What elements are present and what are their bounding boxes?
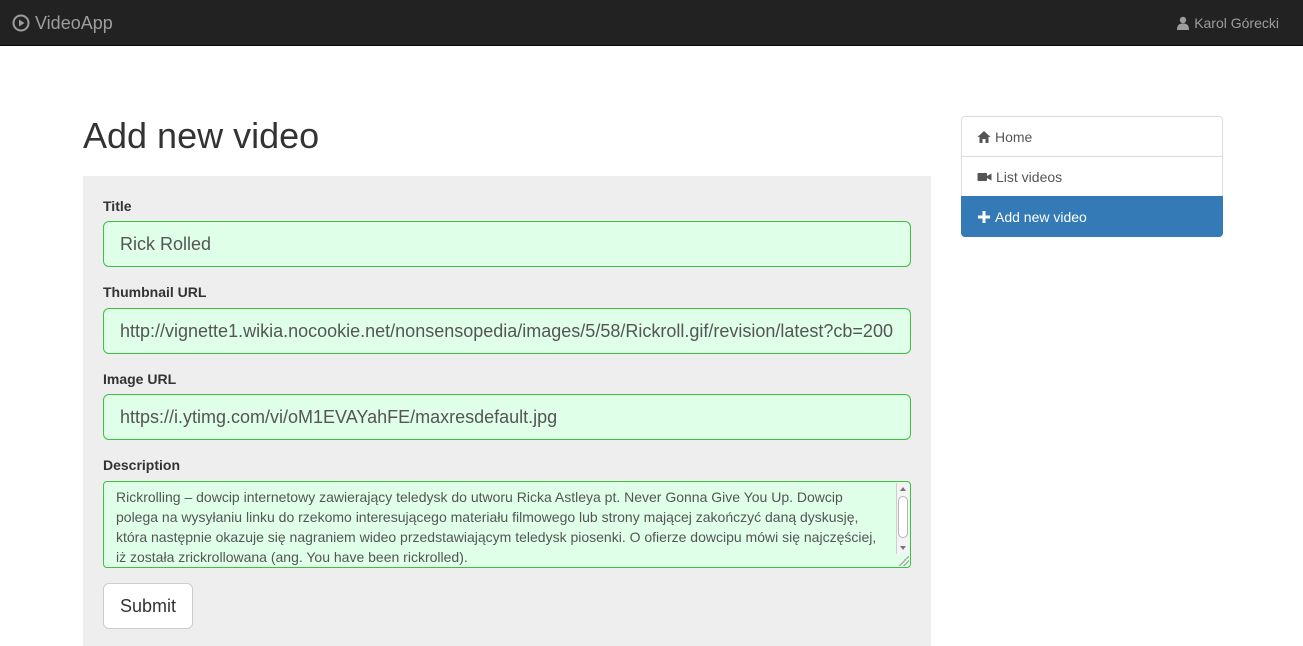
scroll-thumb[interactable]	[898, 496, 908, 538]
user-icon	[1176, 16, 1190, 30]
user-name: Karol Górecki	[1194, 15, 1279, 31]
scroll-down-arrow-icon[interactable]	[900, 546, 906, 550]
scroll-up-arrow-icon[interactable]	[900, 487, 906, 491]
brand-name: VideoApp	[35, 12, 113, 33]
sidebar-nav: Home List videos Add new video	[961, 116, 1223, 237]
sidebar-item-label: Add new video	[995, 208, 1087, 225]
thumbnail-url-input[interactable]: http://vignette1.wikia.nocookie.net/nons…	[103, 308, 911, 354]
sidebar-item-add-new-video[interactable]: Add new video	[961, 196, 1223, 237]
brand-link[interactable]: VideoApp	[12, 0, 113, 46]
top-navbar: VideoApp Karol Górecki	[0, 0, 1303, 46]
submit-button[interactable]: Submit	[103, 583, 193, 629]
sidebar-item-list-videos[interactable]: List videos	[961, 156, 1223, 197]
sidebar-item-label: List videos	[996, 168, 1063, 185]
description-text: Rickrolling – dowcip internetowy zawiera…	[116, 489, 877, 565]
page-title: Add new video	[83, 115, 320, 156]
sidebar-item-home[interactable]: Home	[961, 116, 1223, 157]
sidebar-item-label: Home	[995, 128, 1033, 145]
title-label: Title	[103, 198, 132, 214]
user-menu[interactable]: Karol Górecki	[1176, 0, 1279, 46]
resize-handle-icon[interactable]	[899, 556, 909, 566]
image-url-input[interactable]: https://i.ytimg.com/vi/oM1EVAYahFE/maxre…	[103, 394, 911, 440]
plus-icon	[977, 210, 991, 224]
title-input[interactable]: Rick Rolled	[103, 221, 911, 267]
home-icon	[977, 130, 991, 144]
description-label: Description	[103, 457, 181, 473]
textarea-scrollbar[interactable]	[896, 483, 909, 554]
description-textarea[interactable]: Rickrolling – dowcip internetowy zawiera…	[103, 481, 911, 568]
video-camera-icon	[977, 170, 992, 184]
thumbnail-url-label: Thumbnail URL	[103, 284, 207, 300]
image-url-label: Image URL	[103, 371, 177, 387]
add-video-form: Title Rick Rolled Thumbnail URL http://v…	[83, 176, 931, 646]
play-circle-icon	[12, 14, 30, 32]
